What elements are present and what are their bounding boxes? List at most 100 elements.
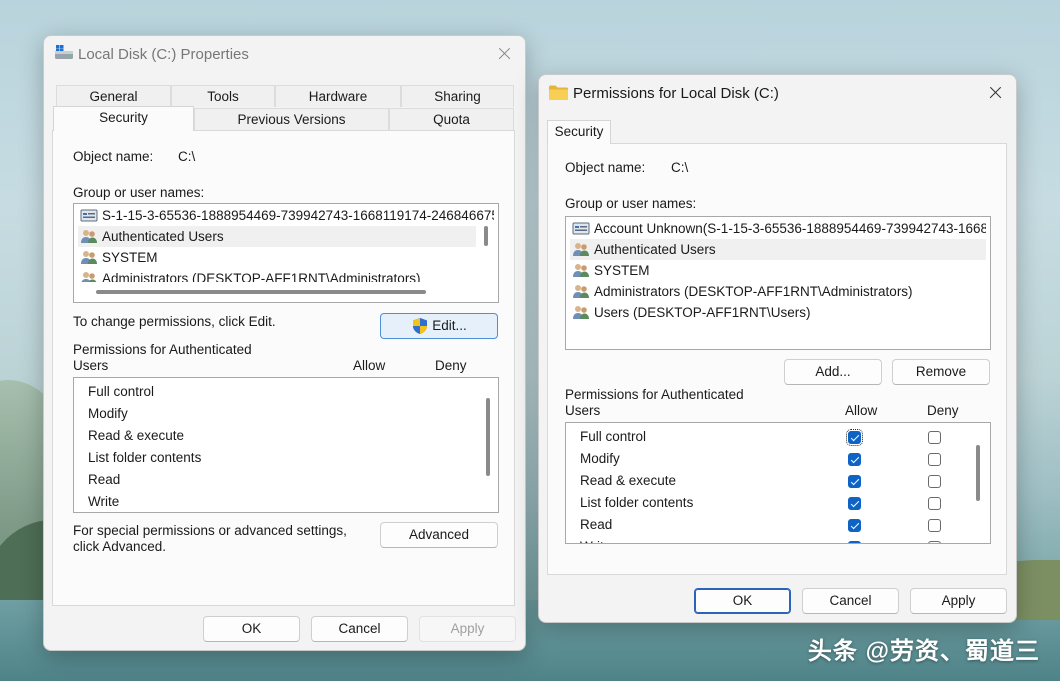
permission-row: Full control	[580, 429, 647, 444]
allow-column-header: Allow	[353, 358, 386, 373]
list-item[interactable]: Authenticated Users	[78, 226, 476, 247]
deny-checkbox[interactable]	[928, 431, 941, 444]
list-item[interactable]: Account Unknown(S-1-15-3-65536-188895446…	[570, 218, 986, 239]
permission-row: List folder contents	[580, 495, 694, 510]
close-button[interactable]	[980, 81, 1010, 105]
folder-icon	[549, 85, 568, 100]
allow-checkbox[interactable]	[848, 541, 861, 543]
uac-shield-icon	[413, 318, 428, 335]
tab-hardware[interactable]: Hardware	[275, 85, 401, 107]
list-item[interactable]: Users (DESKTOP-AFF1RNT\Users)	[570, 302, 986, 323]
list-item-label: SYSTEM	[102, 250, 158, 265]
permission-row: Read	[88, 472, 121, 487]
permissions-header-user: Users	[565, 403, 601, 418]
allow-checkbox[interactable]	[848, 475, 861, 488]
permission-row: Read & execute	[580, 473, 677, 488]
permission-row: List folder contents	[88, 450, 202, 465]
advanced-button[interactable]: Advanced	[380, 522, 498, 548]
remove-button[interactable]: Remove	[892, 359, 990, 385]
permissions-header-user: Users	[73, 358, 109, 373]
users-icon	[573, 285, 589, 298]
object-name-value: C:\	[671, 160, 689, 175]
special-permissions-hint: For special permissions or advanced sett…	[73, 523, 347, 538]
security-tab-panel: Object name: C:\ Group or user names: S-…	[52, 130, 515, 606]
tab-security[interactable]: Security	[547, 120, 611, 144]
edit-button-label: Edit...	[432, 318, 467, 333]
allow-checkbox[interactable]	[848, 453, 861, 466]
change-permissions-hint: To change permissions, click Edit.	[73, 314, 276, 329]
user-list[interactable]: Account Unknown(S-1-15-3-65536-188895446…	[565, 216, 991, 350]
deny-checkbox[interactable]	[928, 475, 941, 488]
watermark-text: 头条 @劳资、蜀道三	[807, 638, 1040, 665]
list-item[interactable]: Administrators (DESKTOP-AFF1RNT\Administ…	[570, 281, 986, 302]
ok-button[interactable]: OK	[203, 616, 300, 642]
list-item-label: Account Unknown(S-1-15-3-65536-188895446…	[594, 221, 986, 236]
group-names-label: Group or user names:	[565, 196, 697, 211]
permission-row: Write	[580, 536, 611, 543]
permissions-header: Permissions for Authenticated	[73, 342, 252, 357]
permission-row: Full control	[88, 384, 155, 399]
users-icon	[81, 251, 97, 264]
list-item-label: Users (DESKTOP-AFF1RNT\Users)	[594, 305, 811, 320]
users-icon	[573, 306, 589, 319]
permission-row: Read & execute	[88, 428, 185, 443]
list-item-label: Authenticated Users	[594, 242, 716, 257]
edit-button[interactable]: Edit...	[380, 313, 498, 339]
permissions-window: Permissions for Local Disk (C:) Security…	[538, 74, 1017, 623]
allow-checkbox[interactable]	[846, 429, 863, 446]
drive-icon	[55, 45, 73, 59]
vertical-scrollbar[interactable]	[484, 226, 488, 246]
tab-general[interactable]: General	[56, 85, 171, 107]
cancel-button[interactable]: Cancel	[802, 588, 899, 614]
list-item-label: Administrators (DESKTOP-AFF1RNT\Administ…	[594, 284, 913, 299]
deny-checkbox[interactable]	[928, 453, 941, 466]
close-button[interactable]	[489, 42, 519, 66]
tab-sharing[interactable]: Sharing	[401, 85, 514, 107]
list-item[interactable]: SYSTEM	[570, 260, 986, 281]
ok-button[interactable]: OK	[694, 588, 791, 614]
tab-previous-versions[interactable]: Previous Versions	[194, 108, 389, 130]
permission-row: Modify	[88, 406, 128, 421]
object-name-value: C:\	[178, 149, 196, 164]
list-item-label: S-1-15-3-65536-1888954469-739942743-1668…	[102, 208, 494, 223]
tab-security[interactable]: Security	[53, 106, 194, 131]
cancel-button[interactable]: Cancel	[311, 616, 408, 642]
vertical-scrollbar[interactable]	[976, 445, 980, 501]
apply-button[interactable]: Apply	[910, 588, 1007, 614]
list-item[interactable]: Authenticated Users	[570, 239, 986, 260]
list-item[interactable]: S-1-15-3-65536-1888954469-739942743-1668…	[78, 205, 494, 226]
list-item-label: Administrators (DESKTOP-AFF1RNT\Administ…	[102, 271, 421, 282]
window-title: Local Disk (C:) Properties	[78, 46, 249, 63]
deny-checkbox[interactable]	[928, 497, 941, 510]
list-item[interactable]: Administrators (DESKTOP-AFF1RNT\Administ…	[78, 268, 494, 282]
permissions-list[interactable]: Full control Modify Read & execute List …	[565, 422, 991, 544]
window-title: Permissions for Local Disk (C:)	[573, 85, 779, 102]
deny-column-header: Deny	[927, 403, 959, 418]
tab-quota[interactable]: Quota	[389, 108, 514, 130]
permissions-list[interactable]: Full control Modify Read & execute List …	[73, 377, 499, 513]
list-item[interactable]: SYSTEM	[78, 247, 494, 268]
allow-column-header: Allow	[845, 403, 878, 418]
title-bar[interactable]: Permissions for Local Disk (C:)	[539, 75, 1016, 111]
users-icon	[573, 243, 589, 256]
users-icon	[573, 264, 589, 277]
special-permissions-hint-2: click Advanced.	[73, 539, 167, 554]
deny-checkbox[interactable]	[928, 541, 941, 543]
permission-row: Write	[88, 494, 120, 509]
apply-button[interactable]: Apply	[419, 616, 516, 642]
vertical-scrollbar[interactable]	[486, 398, 490, 476]
deny-checkbox[interactable]	[928, 519, 941, 532]
permissions-header: Permissions for Authenticated	[565, 387, 744, 402]
unknown-account-icon	[572, 222, 590, 235]
title-bar[interactable]: Local Disk (C:) Properties	[44, 36, 525, 72]
tab-tools[interactable]: Tools	[171, 85, 275, 107]
user-list[interactable]: S-1-15-3-65536-1888954469-739942743-1668…	[73, 203, 499, 303]
add-button[interactable]: Add...	[784, 359, 882, 385]
list-item-label: SYSTEM	[594, 263, 650, 278]
unknown-account-icon	[80, 209, 98, 222]
object-name-label: Object name:	[565, 160, 646, 175]
allow-checkbox[interactable]	[848, 497, 861, 510]
permission-row: Modify	[580, 451, 620, 466]
allow-checkbox[interactable]	[848, 519, 861, 532]
horizontal-scrollbar[interactable]	[96, 290, 426, 294]
